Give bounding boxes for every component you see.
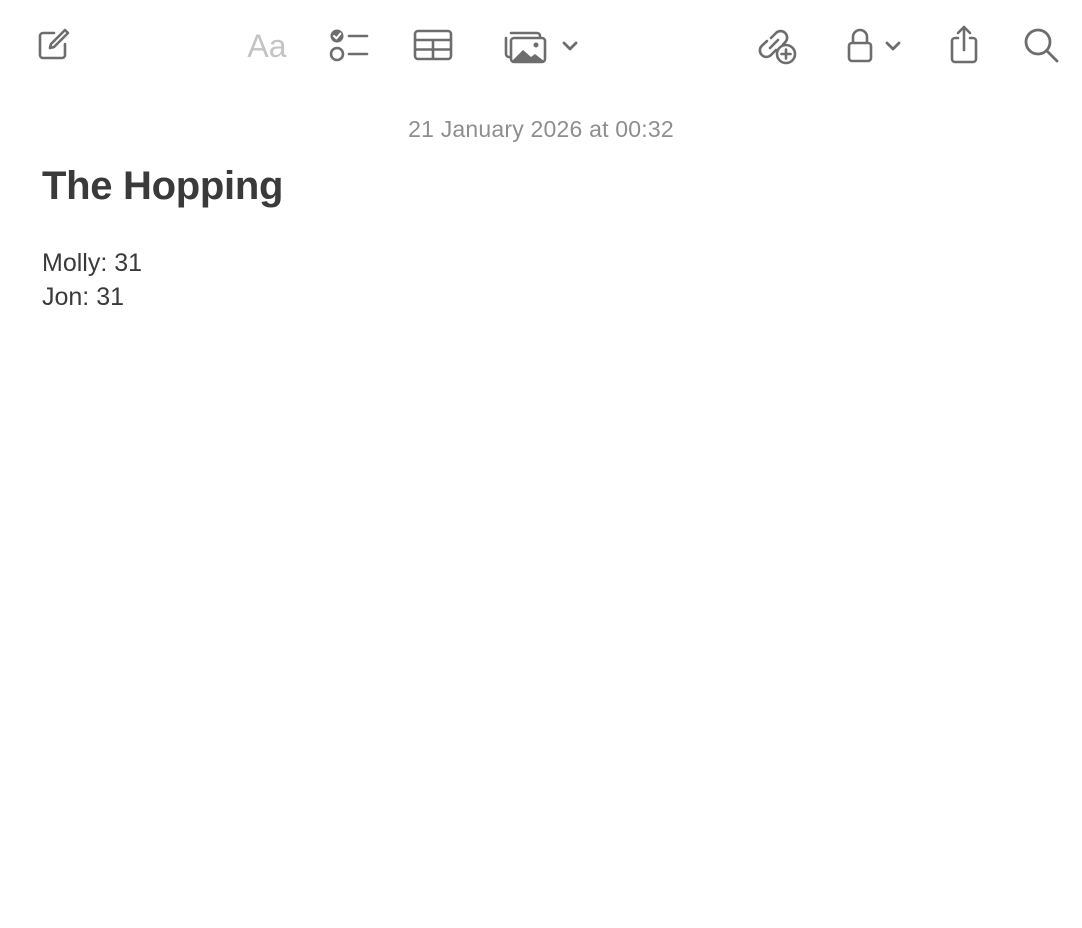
toolbar: Aa [0, 0, 1082, 92]
chevron-down-icon [562, 41, 578, 51]
note-line[interactable]: Molly: 31 [42, 246, 1042, 280]
note-date: 21 January 2026 at 00:32 [408, 116, 674, 142]
collaborate-button[interactable] [752, 24, 800, 66]
note-title[interactable]: The Hopping [42, 160, 1042, 212]
collaborate-icon [758, 29, 797, 65]
compose-icon [38, 28, 70, 60]
share-button[interactable] [942, 22, 986, 68]
search-icon [1024, 28, 1059, 63]
lock-icon [847, 28, 873, 63]
table-icon [413, 29, 453, 61]
note-content[interactable]: The Hopping Molly: 31 Jon: 31 [42, 160, 1042, 314]
search-button[interactable] [1018, 24, 1064, 66]
format-button[interactable]: Aa [240, 26, 294, 66]
checklist-icon [329, 29, 369, 62]
lock-button[interactable] [838, 24, 910, 68]
media-button[interactable] [500, 24, 582, 68]
note-line[interactable]: Jon: 31 [42, 280, 1042, 314]
new-note-button[interactable] [32, 24, 74, 66]
note-body[interactable]: Molly: 31 Jon: 31 [42, 246, 1042, 314]
media-icon [504, 31, 547, 64]
checklist-button[interactable] [326, 24, 372, 66]
share-icon [950, 25, 978, 64]
chevron-down-icon [885, 41, 901, 51]
table-button[interactable] [410, 24, 456, 66]
